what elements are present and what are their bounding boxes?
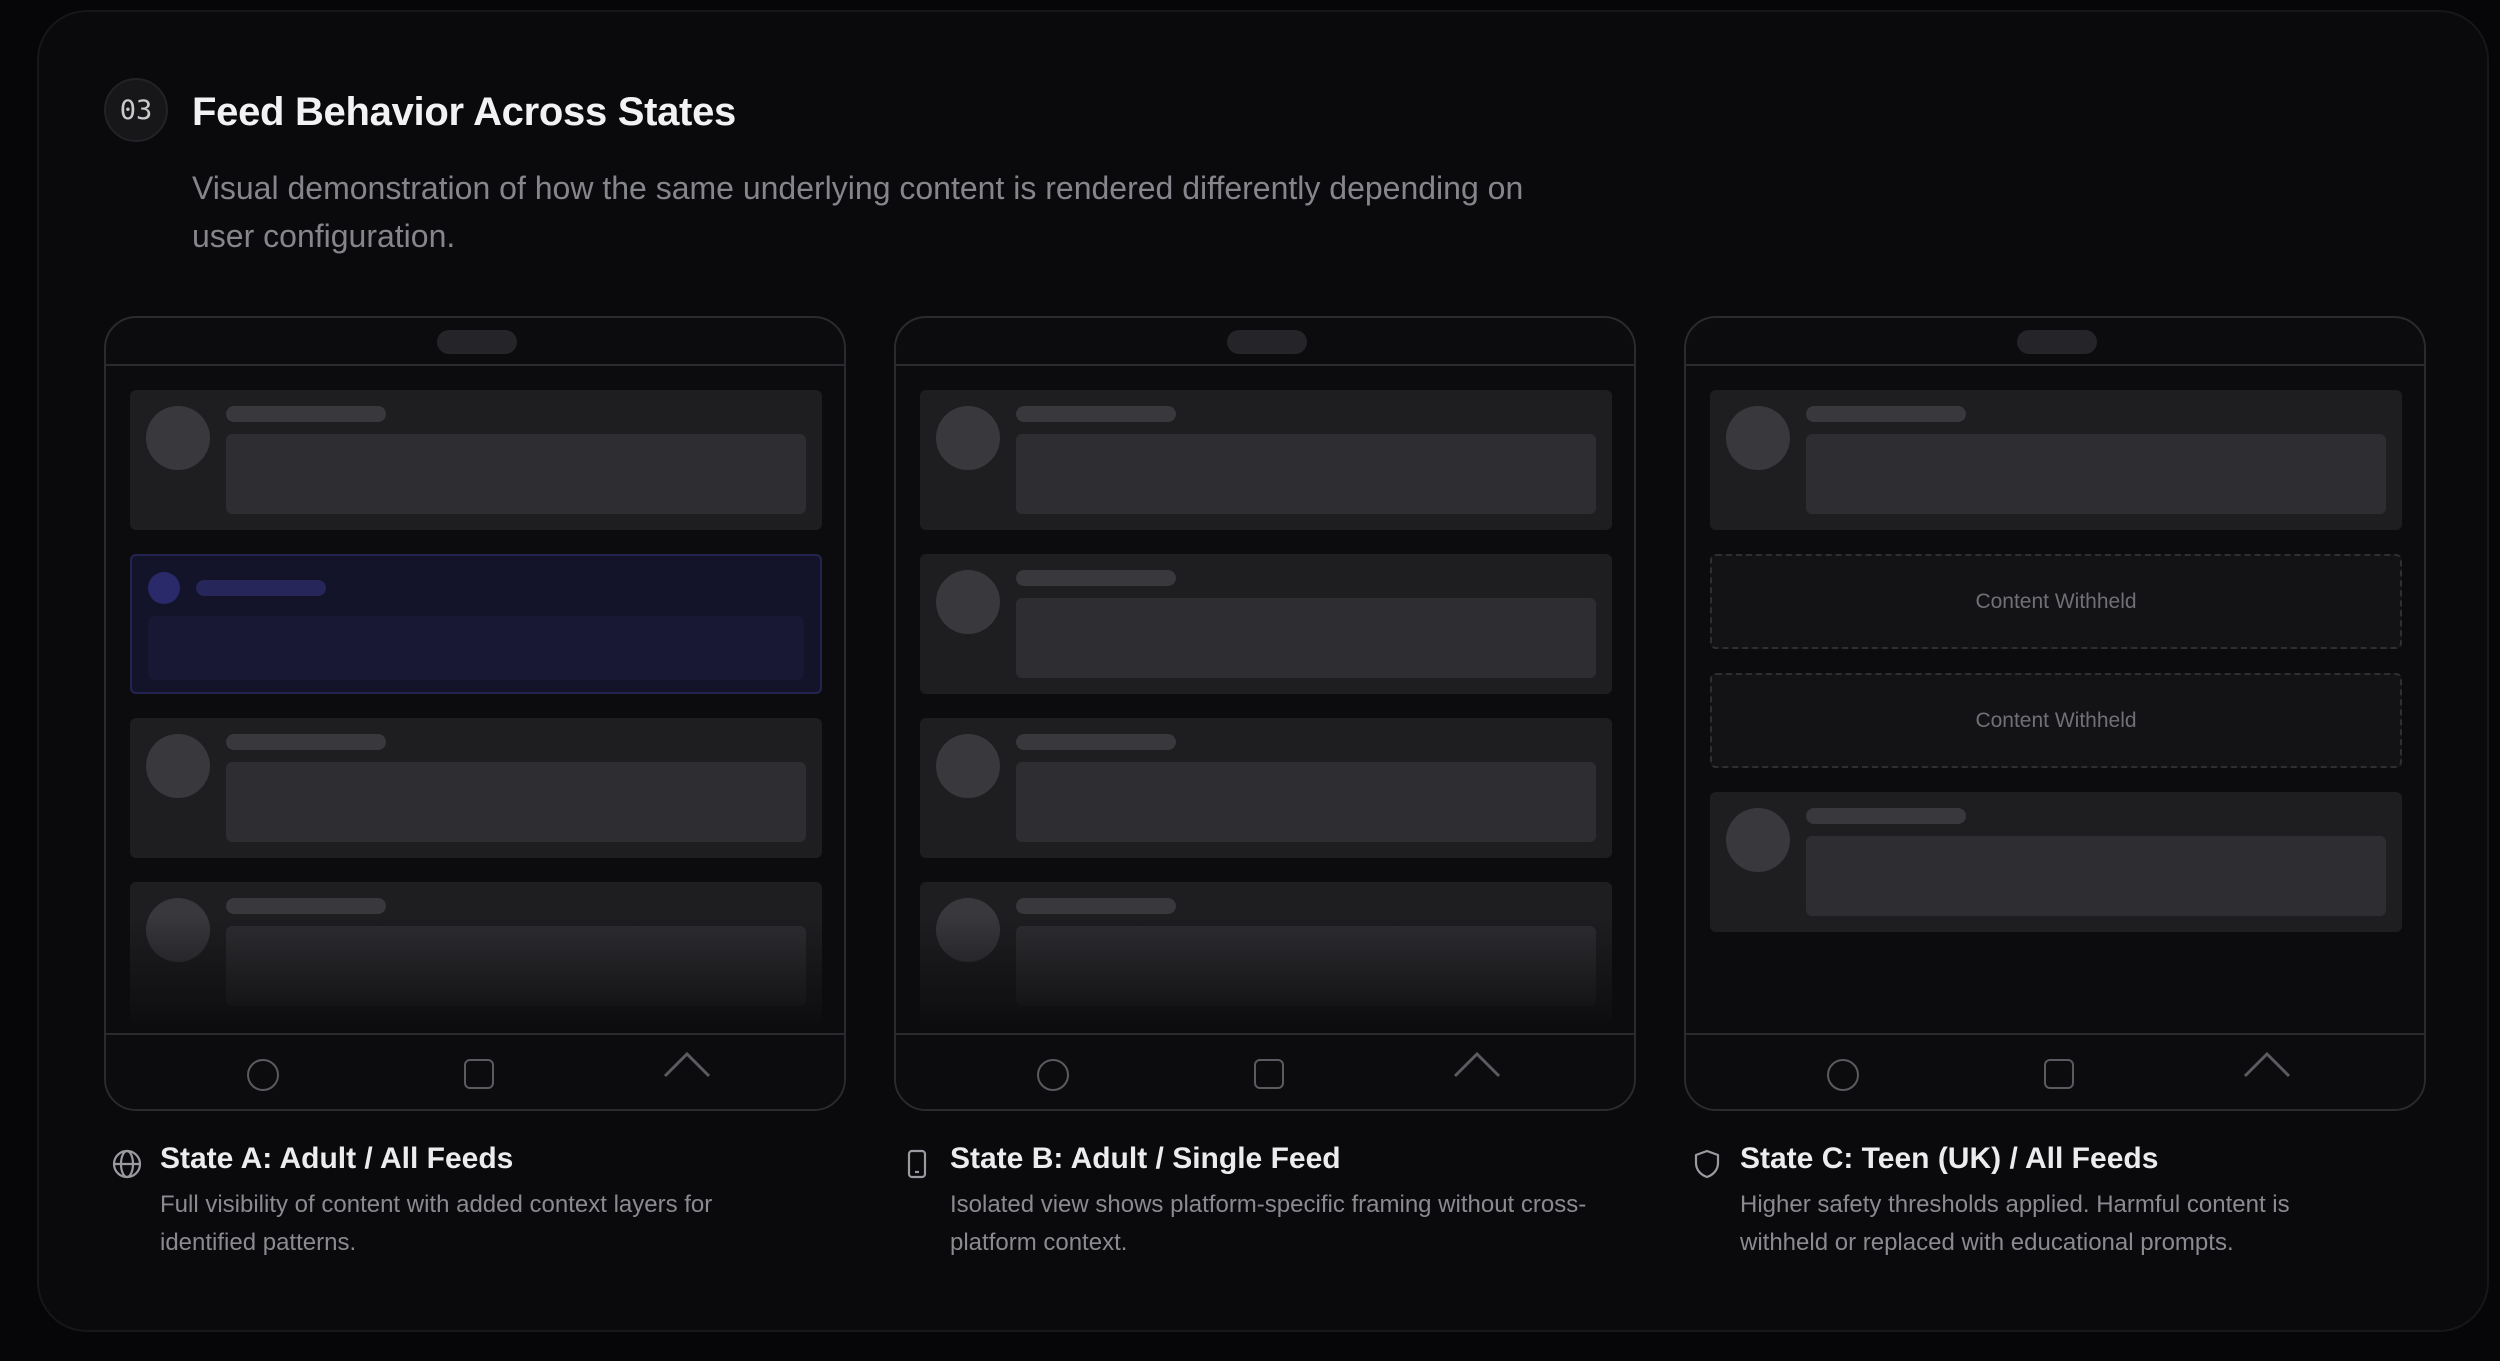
state-c-title: State C: Teen (UK) / All Feeds [1740, 1142, 2159, 1175]
feed-post-card [1710, 792, 2402, 932]
avatar [1726, 406, 1790, 470]
avatar [936, 406, 1000, 470]
post-author-placeholder [226, 734, 386, 750]
state-c-description: Higher safety thresholds applied. Harmfu… [1740, 1191, 2290, 1256]
state-b-title: State B: Adult / Single Feed [950, 1142, 1341, 1175]
post-author-placeholder [1016, 734, 1176, 750]
post-author-placeholder [226, 406, 386, 422]
chevron-up-icon[interactable] [2242, 1049, 2292, 1079]
context-body-placeholder [148, 616, 804, 680]
content-withheld-placeholder: Content Withheld [1710, 673, 2402, 768]
post-author-placeholder [1016, 898, 1176, 914]
content-withheld-placeholder: Content Withheld [1710, 554, 2402, 649]
context-layer-card [130, 554, 822, 694]
feed-post-card [920, 718, 1612, 858]
phone-nav-bar [1686, 1033, 2424, 1109]
phone-mockup-state-c: Content Withheld Content Withheld [1684, 316, 2426, 1111]
post-author-placeholder [1806, 808, 1966, 824]
phone-nav-bar [106, 1033, 844, 1109]
avatar [146, 898, 210, 962]
post-body-placeholder [1016, 762, 1596, 842]
phone-mockup-state-a [104, 316, 846, 1111]
post-body-placeholder [226, 762, 806, 842]
phone-mockup-state-b [894, 316, 1636, 1111]
chevron-up-icon[interactable] [662, 1049, 712, 1079]
phone-notch [1227, 330, 1307, 354]
feed-post-card [920, 554, 1612, 694]
state-a-description: Full visibility of content with added co… [160, 1191, 713, 1256]
section-description: Visual demonstration of how the same und… [192, 170, 1524, 254]
section-title: Feed Behavior Across States [192, 90, 736, 134]
home-circle-icon[interactable] [1827, 1059, 1859, 1091]
post-author-placeholder [1016, 406, 1176, 422]
phone-nav-bar [896, 1033, 1634, 1109]
feed-behavior-section: 03 Feed Behavior Across States Visual de… [37, 10, 2489, 1332]
feed-post-card [920, 390, 1612, 530]
square-icon[interactable] [464, 1059, 494, 1089]
home-circle-icon[interactable] [1037, 1059, 1069, 1091]
phone-status-bar [896, 318, 1634, 366]
avatar [1726, 808, 1790, 872]
square-icon[interactable] [2044, 1059, 2074, 1089]
post-body-placeholder [226, 926, 806, 1006]
state-a-title: State A: Adult / All Feeds [160, 1142, 514, 1175]
square-icon[interactable] [1254, 1059, 1284, 1089]
phone-notch [437, 330, 517, 354]
feed-list [130, 390, 822, 1035]
home-circle-icon[interactable] [247, 1059, 279, 1091]
context-label-placeholder [196, 580, 326, 596]
avatar [146, 734, 210, 798]
feed-post-card [920, 882, 1612, 1022]
feed-post-card [130, 718, 822, 858]
context-avatar [148, 572, 180, 604]
phone-notch [2017, 330, 2097, 354]
feed-list [920, 390, 1612, 1035]
avatar [146, 406, 210, 470]
post-author-placeholder [1806, 406, 1966, 422]
post-body-placeholder [1016, 598, 1596, 678]
feed-post-card [1710, 390, 2402, 530]
section-number-badge: 03 [104, 78, 168, 142]
phone-status-bar [1686, 318, 2424, 366]
post-body-placeholder [1806, 836, 2386, 916]
avatar [936, 734, 1000, 798]
feed-post-card [130, 882, 822, 1022]
post-body-placeholder [1016, 434, 1596, 514]
shield-icon [1694, 1149, 1720, 1179]
chevron-up-icon[interactable] [1452, 1049, 1502, 1079]
phone-status-bar [106, 318, 844, 366]
avatar [936, 898, 1000, 962]
phone-icon [907, 1149, 927, 1179]
post-body-placeholder [226, 434, 806, 514]
state-b-description: Isolated view shows platform-specific fr… [950, 1191, 1587, 1256]
feed-post-card [130, 390, 822, 530]
feed-list: Content Withheld Content Withheld [1710, 390, 2402, 1035]
post-author-placeholder [226, 898, 386, 914]
post-body-placeholder [1016, 926, 1596, 1006]
post-body-placeholder [1806, 434, 2386, 514]
globe-icon [112, 1149, 142, 1179]
avatar [936, 570, 1000, 634]
post-author-placeholder [1016, 570, 1176, 586]
